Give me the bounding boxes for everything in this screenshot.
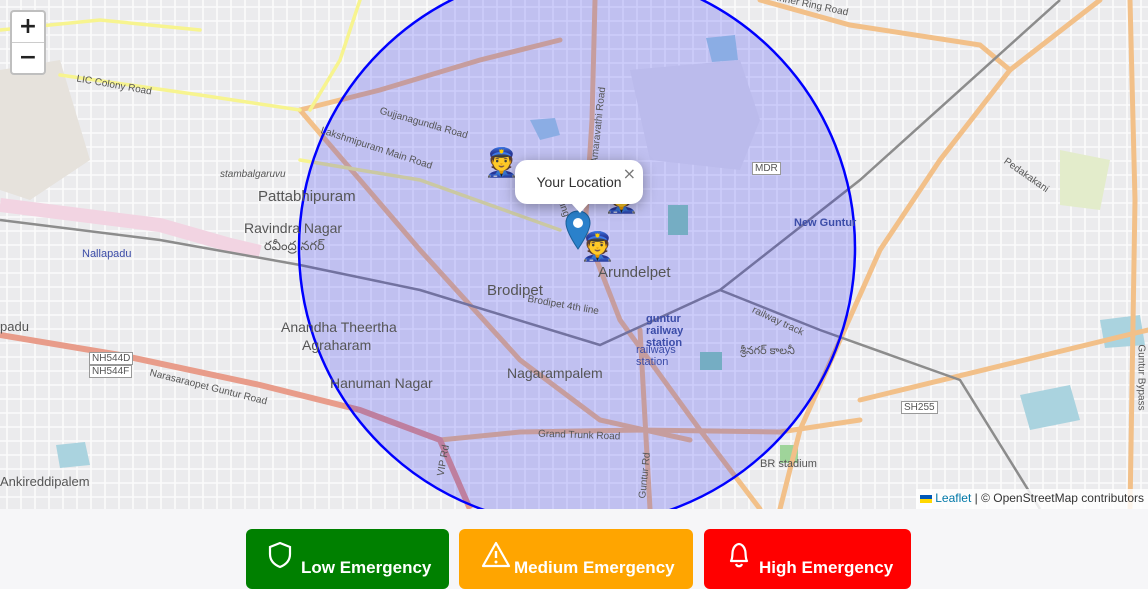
place-label: Nagarampalem: [507, 365, 603, 381]
zoom-in-button[interactable]: +: [12, 12, 44, 42]
place-label: padu: [0, 319, 29, 334]
police-station-icon[interactable]: 👮: [484, 146, 519, 179]
place-label: Pattabhipuram: [258, 188, 356, 205]
low-emergency-button[interactable]: Low Emergency: [246, 529, 449, 589]
road-shield: NH544F: [89, 365, 133, 378]
medium-emergency-button[interactable]: Medium Emergency: [459, 529, 693, 589]
attribution-text: OpenStreetMap contributors: [993, 491, 1144, 505]
ukraine-flag-icon: [920, 494, 933, 503]
bell-icon: [729, 542, 749, 568]
place-label: stambalgaruvu: [220, 169, 286, 180]
warning-triangle-icon: [481, 541, 511, 568]
place-label: రవీంద్ర నగర్: [264, 238, 325, 253]
high-emergency-label: High Emergency: [759, 558, 894, 577]
popup-tip: [571, 203, 589, 213]
map-attribution: Leaflet | © OpenStreetMap contributors: [916, 489, 1148, 509]
road-shield: MDR: [752, 162, 781, 175]
place-label: Nallapadu: [82, 248, 132, 260]
low-emergency-label: Low Emergency: [301, 558, 432, 577]
shield-icon: [268, 541, 292, 569]
place-label: Agraharam: [302, 337, 372, 353]
place-label: Ankireddipalem: [0, 474, 90, 489]
location-popup: Your Location ×: [515, 160, 643, 213]
zoom-control: + −: [10, 10, 46, 75]
road-shield: NH544D: [89, 352, 134, 365]
place-label: BR stadium: [760, 458, 817, 470]
place-label: New Guntur: [794, 217, 857, 229]
popup-close-button[interactable]: ×: [623, 164, 636, 183]
road-label: Guntur Bypass: [1135, 344, 1147, 411]
place-label: railways station: [636, 344, 676, 368]
place-label: Ravindra Nagar: [244, 220, 343, 236]
leaflet-link[interactable]: Leaflet: [935, 491, 971, 505]
attribution-separator: | ©: [971, 491, 994, 505]
high-emergency-button[interactable]: High Emergency: [704, 529, 911, 589]
road-shield: SH255: [901, 401, 938, 414]
place-label: శ్రీనగర్ కాలనీ: [740, 345, 795, 357]
location-pin-icon[interactable]: [565, 210, 591, 250]
medium-emergency-label: Medium Emergency: [514, 558, 675, 577]
map-container[interactable]: Pattabhipuram Ravindra Nagar రవీంద్ర నగర…: [0, 0, 1148, 509]
zoom-out-button[interactable]: −: [12, 42, 44, 73]
place-label: Hanuman Nagar: [330, 375, 433, 391]
place-label: Anandha Theertha: [281, 319, 397, 335]
place-label: Arundelpet: [598, 264, 671, 281]
